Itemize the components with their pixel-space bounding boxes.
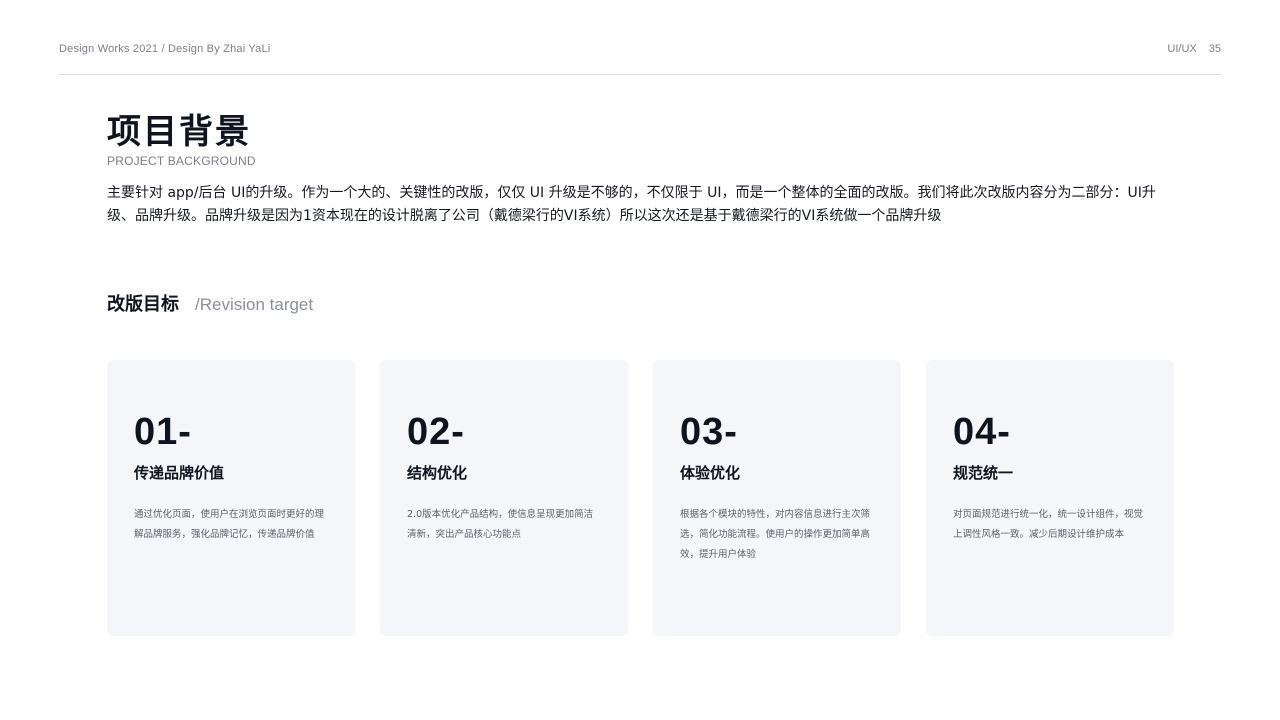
card-number: 02- xyxy=(407,411,465,453)
card-description: 2.0版本优化产品结构，使信息呈现更加简洁清新，突出产品核心功能点 xyxy=(407,509,594,540)
card-number: 04- xyxy=(953,411,1011,453)
header-meta: UI/UX 35 xyxy=(1167,43,1221,55)
card-title: 规范统一 xyxy=(953,464,1014,482)
target-cards: 01- 传递品牌价值 通过优化页面，使用户在浏览页面时更好的理解品牌服务，强化品… xyxy=(107,360,1174,636)
header-category: UI/UX xyxy=(1167,43,1197,55)
header-divider xyxy=(59,74,1221,75)
revision-target-subtitle: /Revision target xyxy=(195,295,314,314)
target-card-1: 01- 传递品牌价值 通过优化页面，使用户在浏览页面时更好的理解品牌服务，强化品… xyxy=(107,360,355,636)
card-description: 对页面规范进行统一化，统一设计组件，视觉上调性风格一致。减少后期设计维护成本 xyxy=(953,509,1144,540)
target-card-2: 02- 结构优化 2.0版本优化产品结构，使信息呈现更加简洁清新，突出产品核心功… xyxy=(380,360,628,636)
page-subtitle: PROJECT BACKGROUND xyxy=(107,154,256,168)
target-card-4: 04- 规范统一 对页面规范进行统一化，统一设计组件，视觉上调性风格一致。减少后… xyxy=(926,360,1174,636)
target-card-3: 03- 体验优化 根据各个模块的特性，对内容信息进行主次筛选，简化功能流程。使用… xyxy=(653,360,901,636)
header-credit: Design Works 2021 / Design By Zhai YaLi xyxy=(59,43,271,55)
card-number: 03- xyxy=(680,411,738,453)
card-number: 01- xyxy=(134,411,192,453)
page-title: 项目背景 xyxy=(107,112,251,152)
intro-paragraph: 主要针对 app/后台 UI的升级。作为一个大的、关键性的改版，仅仅 UI 升级… xyxy=(107,185,1156,224)
revision-target-heading: 改版目标 /Revision target xyxy=(107,290,313,316)
card-description: 根据各个模块的特性，对内容信息进行主次筛选，简化功能流程。使用户的操作更加简单高… xyxy=(680,509,871,560)
card-title: 体验优化 xyxy=(680,464,741,482)
card-title: 结构优化 xyxy=(407,464,468,482)
revision-target-title: 改版目标 xyxy=(107,294,179,315)
page-number: 35 xyxy=(1208,43,1221,55)
card-description: 通过优化页面，使用户在浏览页面时更好的理解品牌服务，强化品牌记忆，传递品牌价值 xyxy=(134,509,325,540)
card-title: 传递品牌价值 xyxy=(134,464,225,482)
